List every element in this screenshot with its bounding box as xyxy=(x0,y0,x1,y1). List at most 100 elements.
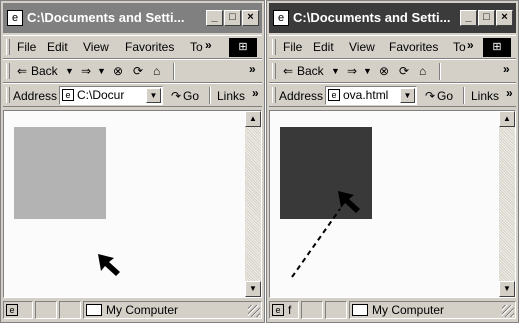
menu-favorites[interactable]: Favorites xyxy=(389,40,438,54)
back-dropdown-icon[interactable]: ▼ xyxy=(331,66,340,76)
my-computer-icon xyxy=(86,304,102,316)
zone-label: My Computer xyxy=(106,303,179,317)
toolbar-grip[interactable] xyxy=(272,39,276,55)
page-content[interactable]: ▲ ▼ xyxy=(3,110,262,298)
status-cell xyxy=(35,301,57,319)
toolbar-overflow-chevron[interactable]: » xyxy=(503,62,510,76)
status-cell-main: e xyxy=(3,301,33,319)
address-value: C:\Docur xyxy=(77,88,125,102)
maximize-button[interactable]: □ xyxy=(224,10,241,26)
mouse-cursor-icon xyxy=(98,254,120,276)
forward-dropdown-icon[interactable]: ▼ xyxy=(97,66,106,76)
maximize-button[interactable]: □ xyxy=(478,10,495,26)
home-icon[interactable]: ⌂ xyxy=(153,64,160,78)
status-text: f xyxy=(288,303,292,317)
links-button[interactable]: Links xyxy=(471,89,499,103)
ie-page-icon: e xyxy=(328,89,340,101)
refresh-icon[interactable]: ⟳ xyxy=(133,64,143,78)
go-arrow-icon[interactable]: ↷ xyxy=(171,89,181,103)
stop-icon[interactable]: ⊗ xyxy=(113,64,123,78)
toolbar-separator xyxy=(463,87,465,104)
menu-bar: File Edit View Favorites To » ⊞ xyxy=(269,35,516,59)
menu-view[interactable]: View xyxy=(349,40,375,54)
address-dropdown-button[interactable]: ▼ xyxy=(400,88,415,103)
toolbar-grip[interactable] xyxy=(6,39,10,55)
browser-window-left: e C:\Documents and Setti... _ □ × File E… xyxy=(0,0,265,323)
windows-logo-icon: ⊞ xyxy=(229,38,257,57)
toolbar-grip[interactable] xyxy=(272,87,276,103)
menu-edit[interactable]: Edit xyxy=(313,40,334,54)
minimize-button[interactable]: _ xyxy=(460,10,477,26)
ie-page-icon: e xyxy=(62,89,74,101)
close-button[interactable]: × xyxy=(496,10,513,26)
toolbar-separator xyxy=(173,63,175,80)
menu-tools[interactable]: To xyxy=(190,40,204,54)
scroll-up-icon[interactable]: ▲ xyxy=(245,111,261,127)
menu-view[interactable]: View xyxy=(83,40,109,54)
address-bar: Address e C:\Docur ▼ ↷ Go Links » xyxy=(3,83,262,107)
go-button[interactable]: Go xyxy=(183,89,199,103)
title-bar[interactable]: e C:\Documents and Setti... _ □ × xyxy=(269,3,516,33)
page-content[interactable]: ▲ ▼ xyxy=(269,110,516,298)
browser-window-right: e C:\Documents and Setti... _ □ × File E… xyxy=(266,0,519,323)
ie-page-icon: e xyxy=(273,10,289,26)
refresh-icon[interactable]: ⟳ xyxy=(399,64,409,78)
back-arrow-icon[interactable]: ⇐ xyxy=(283,64,293,78)
close-button[interactable]: × xyxy=(242,10,259,26)
menu-favorites[interactable]: Favorites xyxy=(125,40,174,54)
back-button[interactable]: Back xyxy=(31,64,58,78)
toolbar-grip[interactable] xyxy=(6,63,10,79)
address-input[interactable]: e ova.html ▼ xyxy=(325,86,417,105)
back-button[interactable]: Back xyxy=(297,64,324,78)
menu-overflow-chevron[interactable]: » xyxy=(205,38,212,52)
forward-arrow-icon[interactable]: ⇒ xyxy=(347,64,357,78)
resize-grip[interactable] xyxy=(502,305,514,317)
resize-grip[interactable] xyxy=(248,305,260,317)
links-overflow-chevron[interactable]: » xyxy=(252,86,259,100)
menu-file[interactable]: File xyxy=(283,40,302,54)
scroll-down-icon[interactable]: ▼ xyxy=(499,281,515,297)
title-bar[interactable]: e C:\Documents and Setti... _ □ × xyxy=(3,3,262,33)
menu-file[interactable]: File xyxy=(17,40,36,54)
scroll-up-icon[interactable]: ▲ xyxy=(499,111,515,127)
status-cell xyxy=(301,301,323,319)
forward-dropdown-icon[interactable]: ▼ xyxy=(363,66,372,76)
menu-tools[interactable]: To xyxy=(453,40,467,54)
address-bar: Address e ova.html ▼ ↷ Go Links » xyxy=(269,83,516,107)
links-button[interactable]: Links xyxy=(217,89,245,103)
address-value: ova.html xyxy=(343,88,389,102)
vertical-scrollbar[interactable]: ▲ ▼ xyxy=(245,111,261,297)
status-bar: e My Computer xyxy=(3,300,262,320)
zone-label: My Computer xyxy=(372,303,445,317)
minimize-button[interactable]: _ xyxy=(206,10,223,26)
ie-page-icon: e xyxy=(6,304,18,316)
toolbar-grip[interactable] xyxy=(272,63,276,79)
home-icon[interactable]: ⌂ xyxy=(419,64,426,78)
toolbar-grip[interactable] xyxy=(6,87,10,103)
address-dropdown-button[interactable]: ▼ xyxy=(146,88,161,103)
scroll-down-icon[interactable]: ▼ xyxy=(245,281,261,297)
status-zone: My Computer xyxy=(349,301,516,319)
address-label: Address xyxy=(279,89,324,103)
ie-page-icon: e xyxy=(272,304,284,316)
go-button[interactable]: Go xyxy=(437,89,453,103)
vertical-scrollbar[interactable]: ▲ ▼ xyxy=(499,111,515,297)
status-cell xyxy=(59,301,81,319)
ie-page-icon: e xyxy=(7,10,23,26)
status-cell xyxy=(325,301,347,319)
menu-overflow-chevron[interactable]: » xyxy=(467,38,474,52)
toolbar-overflow-chevron[interactable]: » xyxy=(249,62,256,76)
forward-arrow-icon[interactable]: ⇒ xyxy=(81,64,91,78)
menu-edit[interactable]: Edit xyxy=(47,40,68,54)
address-input[interactable]: e C:\Docur ▼ xyxy=(59,86,163,105)
status-bar: e f My Computer xyxy=(269,300,516,320)
status-zone: My Computer xyxy=(83,301,262,319)
go-arrow-icon[interactable]: ↷ xyxy=(425,89,435,103)
back-arrow-icon[interactable]: ⇐ xyxy=(17,64,27,78)
address-label: Address xyxy=(13,89,58,103)
stop-icon[interactable]: ⊗ xyxy=(379,64,389,78)
toolbar-separator xyxy=(439,63,441,80)
dashed-trajectory xyxy=(291,208,341,278)
back-dropdown-icon[interactable]: ▼ xyxy=(65,66,74,76)
links-overflow-chevron[interactable]: » xyxy=(506,86,513,100)
